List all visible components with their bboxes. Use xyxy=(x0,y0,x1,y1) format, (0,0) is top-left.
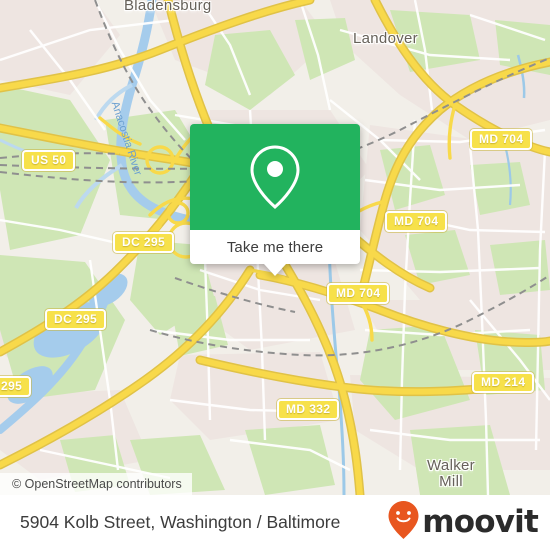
moovit-logo: moovit xyxy=(387,500,539,545)
callout-footer[interactable]: Take me there xyxy=(190,230,360,276)
map-viewport[interactable]: Bladensburg Landover Walker Mill Anacost… xyxy=(0,0,550,495)
callout-green-panel xyxy=(190,124,360,230)
road-shield-md-704-c[interactable]: MD 704 xyxy=(327,283,390,304)
moovit-wordmark: moovit xyxy=(422,504,539,540)
road-shield-dc-295-b[interactable]: DC 295 xyxy=(45,309,107,330)
osm-attribution[interactable]: © OpenStreetMap contributors xyxy=(0,473,192,495)
callout-tail xyxy=(264,264,286,276)
road-shield-us-50[interactable]: US 50 xyxy=(22,150,76,171)
take-me-there-label: Take me there xyxy=(226,238,324,256)
moovit-smiley-pin-icon xyxy=(387,500,420,545)
road-shield-md-332[interactable]: MD 332 xyxy=(277,399,340,420)
road-shield-md-704-b[interactable]: MD 704 xyxy=(385,211,448,232)
bottom-bar: 5904 Kolb Street, Washington / Baltimore… xyxy=(0,495,550,550)
address-label: 5904 Kolb Street, Washington / Baltimore xyxy=(20,512,341,532)
road-shield-md-214[interactable]: MD 214 xyxy=(472,372,535,393)
road-shield-md-704-a[interactable]: MD 704 xyxy=(470,129,533,150)
map-pin-icon xyxy=(249,144,301,210)
location-callout-card[interactable]: Take me there xyxy=(190,124,360,276)
moovit-map-screenshot: Bladensburg Landover Walker Mill Anacost… xyxy=(0,0,550,550)
road-shield-dc-295-a[interactable]: DC 295 xyxy=(113,232,175,253)
road-shield-295[interactable]: 295 xyxy=(0,376,32,397)
